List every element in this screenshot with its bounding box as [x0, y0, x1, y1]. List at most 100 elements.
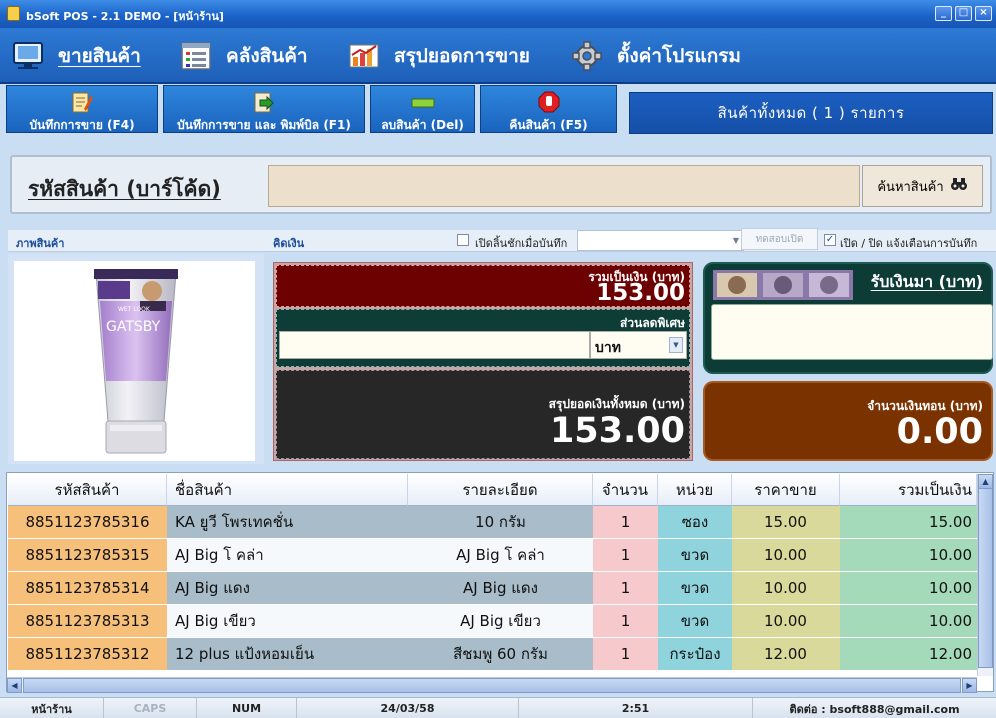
product-image: GATSBY WET LOOK	[14, 261, 255, 461]
sales-chart-icon	[348, 41, 380, 71]
barcode-label: รหัสสินค้า (บาร์โค้ด)	[28, 173, 221, 206]
cell-qty: 1	[593, 506, 658, 539]
status-time: 2:51	[519, 698, 753, 718]
open-drawer-label: เปิดลิ้นชักเมื่อบันทึก	[475, 237, 568, 250]
monitor-icon	[12, 41, 44, 71]
open-drawer-checkbox[interactable]	[457, 234, 469, 246]
title-bar: bSoft POS - 2.1 DEMO - [หน้าร้าน] _ □ ×	[0, 0, 996, 28]
drawer-port-select[interactable]: ▼	[577, 230, 744, 251]
lock-icon	[7, 6, 20, 21]
chevron-down-icon: ▼	[732, 236, 739, 245]
cell-total: 12.00	[840, 638, 977, 671]
column-header-qty[interactable]: จำนวน	[593, 474, 658, 506]
minimize-button[interactable]: _	[935, 6, 952, 21]
cell-price: 10.00	[732, 572, 840, 605]
delete-item-label: ลบสินค้า (Del)	[381, 118, 464, 132]
main-menu: ขายสินค้า คลังสินค้า สรุปยอดการขาย ตั้งค…	[0, 28, 996, 84]
scroll-left-icon[interactable]: ◀	[7, 678, 22, 693]
scroll-right-icon[interactable]: ▶	[962, 678, 977, 693]
horizontal-scrollbar[interactable]: ◀ ▶	[7, 677, 977, 693]
product-image-heading: ภาพสินค้า	[16, 237, 65, 250]
cell-name: KA ยูวี โพรเทคชั่น	[167, 506, 408, 539]
column-header-unit[interactable]: หน่วย	[658, 474, 732, 506]
status-date: 24/03/58	[297, 698, 519, 718]
minus-icon	[411, 97, 435, 111]
column-header-name[interactable]: ชื่อสินค้า	[167, 474, 408, 506]
menu-settings-label: ตั้งค่าโปรแกรม	[617, 45, 741, 67]
edit-document-icon	[71, 91, 93, 116]
change-value: 0.00	[896, 412, 983, 452]
gear-icon	[571, 41, 603, 71]
pos-window: bSoft POS - 2.1 DEMO - [หน้าร้าน] _ □ × …	[0, 0, 996, 718]
cell-unit: ขวด	[658, 539, 732, 572]
cell-price: 15.00	[732, 506, 840, 539]
cell-price: 12.00	[732, 638, 840, 671]
cell-code: 8851123785313	[8, 605, 167, 638]
cell-price: 10.00	[732, 539, 840, 572]
chevron-down-icon: ▼	[669, 337, 683, 353]
search-product-button[interactable]: ค้นหาสินค้า	[862, 165, 983, 207]
search-product-label: ค้นหาสินค้า	[877, 179, 944, 195]
cell-total: 15.00	[840, 506, 977, 539]
column-header-code[interactable]: รหัสสินค้า	[8, 474, 167, 506]
cell-name: AJ Big เขียว	[167, 605, 408, 638]
cell-qty: 1	[593, 638, 658, 671]
banknotes-icon	[713, 270, 853, 300]
discount-unit-value: บาท	[595, 340, 621, 356]
cell-code: 8851123785316	[8, 506, 167, 539]
cell-qty: 1	[593, 572, 658, 605]
cell-qty: 1	[593, 539, 658, 572]
menu-sell[interactable]: ขายสินค้า	[12, 36, 141, 76]
maximize-button[interactable]: □	[955, 6, 972, 21]
discount-input[interactable]	[279, 331, 590, 359]
close-button[interactable]: ×	[975, 6, 992, 21]
cell-unit: ซอง	[658, 506, 732, 539]
save-sale-label: บันทึกการขาย (F4)	[29, 118, 135, 132]
cell-total: 10.00	[840, 572, 977, 605]
column-header-total[interactable]: รวมเป็นเงิน	[840, 474, 977, 506]
save-print-button[interactable]: บันทึกการขาย และ พิมพ์บิล (F1)	[163, 85, 365, 133]
document-arrow-icon	[253, 91, 275, 116]
barcode-input[interactable]	[268, 165, 860, 207]
return-item-label: คืนสินค้า (F5)	[509, 118, 588, 132]
cell-unit: ขวด	[658, 605, 732, 638]
horizontal-scroll-thumb[interactable]	[23, 678, 961, 693]
scroll-up-icon[interactable]: ▲	[978, 474, 993, 489]
status-contact: ติดต่อ : bsoft888@gmail.com	[789, 702, 960, 716]
status-num: NUM	[197, 698, 297, 718]
cash-received-input[interactable]	[711, 304, 993, 360]
window-title: bSoft POS - 2.1 DEMO - [หน้าร้าน]	[26, 10, 224, 23]
menu-settings[interactable]: ตั้งค่าโปรแกรม	[571, 36, 741, 76]
cell-qty: 1	[593, 605, 658, 638]
notify-checkbox[interactable]: ✓	[824, 234, 836, 246]
cell-total: 10.00	[840, 605, 977, 638]
status-caps: CAPS	[104, 698, 197, 718]
cell-detail: สีชมพู 60 กรัม	[408, 638, 593, 671]
cell-detail: 10 กรัม	[408, 506, 593, 539]
test-open-button[interactable]: ทดสอบเปิด	[741, 228, 818, 250]
menu-sell-label: ขายสินค้า	[58, 45, 141, 67]
cell-unit: กระป๋อง	[658, 638, 732, 671]
column-header-detail[interactable]: รายละเอียด	[408, 474, 593, 506]
product-brand-text: GATSBY	[106, 319, 161, 335]
cell-detail: AJ Big เขียว	[408, 605, 593, 638]
menu-sales-summary[interactable]: สรุปยอดการขาย	[348, 36, 530, 76]
options-row: ภาพสินค้า คิดเงิน เปิดลิ้นชักเมื่อบันทึก…	[8, 228, 996, 252]
vertical-scroll-thumb[interactable]	[978, 488, 993, 668]
barcode-label-text: รหัสสินค้า (บาร์โค้ด)	[28, 177, 221, 201]
cash-received-label: รับเงินมา (บาท)	[870, 272, 983, 291]
menu-sales-summary-label: สรุปยอดการขาย	[394, 45, 530, 67]
return-item-button[interactable]: คืนสินค้า (F5)	[480, 85, 617, 133]
menu-inventory[interactable]: คลังสินค้า	[180, 36, 308, 76]
discount-unit-select[interactable]: บาท ▼	[590, 331, 687, 359]
binoculars-icon	[950, 176, 968, 196]
subtotal-box: รวมเป็นเงิน (บาท) 153.00	[276, 265, 690, 307]
vertical-scrollbar[interactable]: ▲	[977, 474, 993, 676]
column-header-price[interactable]: ราคาขาย	[732, 474, 840, 506]
delete-item-button[interactable]: ลบสินค้า (Del)	[370, 85, 475, 133]
stop-icon	[538, 91, 560, 116]
inventory-list-icon	[180, 41, 212, 71]
save-sale-button[interactable]: บันทึกการขาย (F4)	[6, 85, 158, 133]
cell-total: 10.00	[840, 539, 977, 572]
cell-unit: ขวด	[658, 572, 732, 605]
